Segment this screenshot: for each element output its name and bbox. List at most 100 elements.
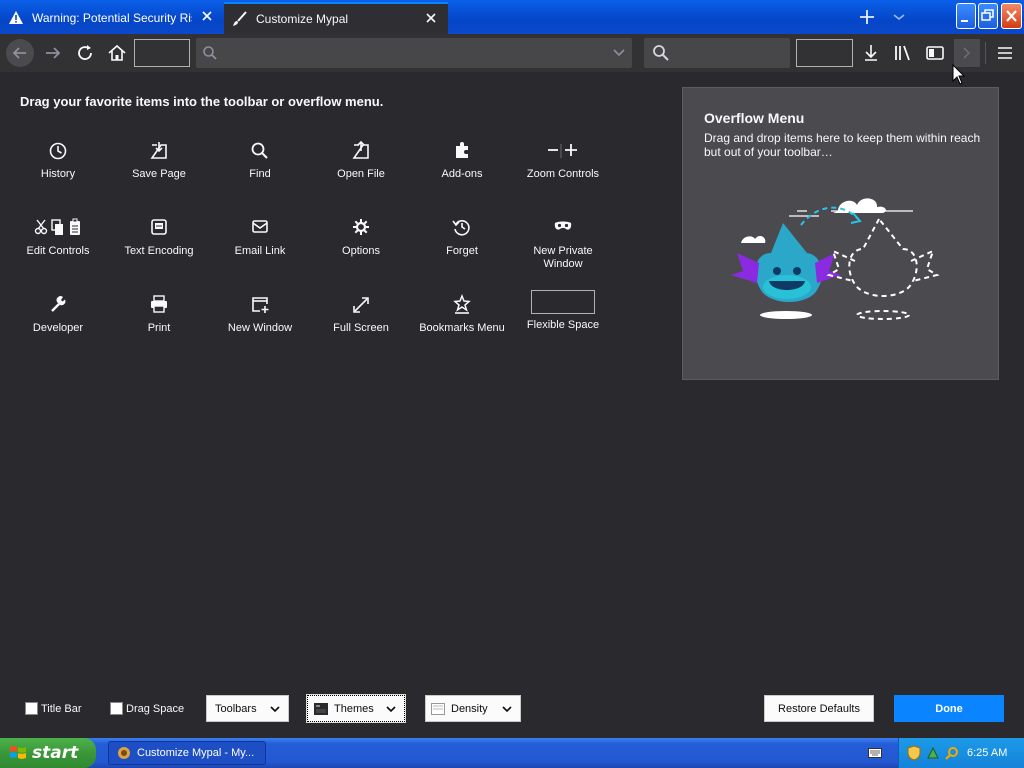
text-encoding-icon bbox=[151, 219, 167, 235]
palette-item-forget[interactable]: Forget bbox=[412, 217, 512, 258]
security-shield-icon[interactable] bbox=[907, 745, 921, 761]
restore-defaults-button[interactable]: Restore Defaults bbox=[764, 695, 874, 722]
taskbar-window-button[interactable]: Customize Mypal - My... bbox=[108, 741, 266, 765]
palette-item-email-link[interactable]: Email Link bbox=[210, 217, 310, 258]
close-icon bbox=[1006, 10, 1017, 22]
mypal-app-icon bbox=[118, 747, 130, 759]
toolbar-separator bbox=[985, 42, 986, 64]
downloads-icon[interactable] bbox=[860, 42, 882, 64]
title-bar-label: Title Bar bbox=[41, 702, 82, 715]
item-label: Add-ons bbox=[441, 168, 483, 180]
palette-item-flexible-space[interactable]: Flexible Space bbox=[513, 290, 613, 332]
search-tray-icon[interactable] bbox=[945, 746, 959, 760]
sidebar-icon[interactable] bbox=[924, 42, 946, 64]
new-tab-icon[interactable] bbox=[855, 6, 879, 28]
palette-item-new-private-window[interactable]: New Private Window bbox=[513, 217, 613, 271]
restore-button[interactable] bbox=[978, 3, 998, 29]
start-label: start bbox=[32, 743, 79, 763]
palette-item-text-encoding[interactable]: Text Encoding bbox=[109, 217, 209, 258]
palette-item-addons[interactable]: Add-ons bbox=[412, 140, 512, 181]
palette-item-history[interactable]: History bbox=[8, 140, 108, 181]
tab-security-warning[interactable]: Warning: Potential Security Risk Ahead bbox=[0, 2, 224, 34]
back-button[interactable] bbox=[6, 39, 34, 67]
toolbars-label: Toolbars bbox=[215, 702, 257, 715]
themes-dropdown[interactable]: Themes bbox=[306, 694, 406, 723]
palette-item-edit-controls[interactable]: Edit Controls bbox=[8, 217, 108, 258]
reload-icon[interactable] bbox=[74, 42, 96, 64]
palette-heading: Drag your favorite items into the toolba… bbox=[20, 94, 384, 109]
item-label: Print bbox=[147, 322, 171, 334]
chevron-down-icon bbox=[270, 706, 280, 713]
density-dropdown[interactable]: Density bbox=[425, 695, 521, 722]
tab-customize[interactable]: Customize Mypal bbox=[224, 2, 448, 34]
item-label: Bookmarks Menu bbox=[419, 322, 505, 334]
search-bar[interactable] bbox=[644, 38, 790, 68]
item-label: Developer bbox=[32, 322, 84, 334]
close-icon[interactable] bbox=[200, 9, 214, 23]
forget-icon bbox=[452, 220, 470, 236]
chevron-down-icon[interactable] bbox=[888, 6, 910, 28]
keyboard-icon[interactable] bbox=[868, 747, 882, 759]
palette-item-options[interactable]: Options bbox=[311, 217, 411, 258]
print-icon bbox=[151, 295, 167, 313]
addons-icon bbox=[456, 142, 468, 158]
chevron-right-double-icon bbox=[963, 47, 971, 59]
chevron-down-icon bbox=[386, 706, 396, 713]
wrench-icon bbox=[51, 296, 66, 312]
palette-item-full-screen[interactable]: Full Screen bbox=[311, 294, 411, 335]
close-icon[interactable] bbox=[424, 11, 438, 25]
overflow-description: Drag and drop items here to keep them wi… bbox=[704, 131, 981, 159]
drag-space-label: Drag Space bbox=[126, 702, 185, 715]
item-label: History bbox=[40, 168, 76, 180]
edit-controls-icon bbox=[34, 218, 80, 235]
flexible-space-placeholder[interactable] bbox=[796, 39, 853, 67]
item-label: Edit Controls bbox=[26, 245, 90, 257]
back-arrow-icon bbox=[12, 47, 26, 59]
palette-item-print[interactable]: Print bbox=[109, 294, 209, 335]
network-icon[interactable] bbox=[925, 745, 941, 761]
private-mask-icon bbox=[554, 221, 572, 230]
palette-item-developer[interactable]: Developer bbox=[8, 294, 108, 335]
home-icon[interactable] bbox=[106, 42, 128, 64]
item-label: Save Page bbox=[132, 168, 186, 180]
taskbar-window-label: Customize Mypal - My... bbox=[137, 747, 255, 759]
palette-item-bookmarks-menu[interactable]: Bookmarks Menu bbox=[412, 294, 512, 335]
mouse-cursor-icon bbox=[952, 64, 966, 85]
item-label: Flexible Space bbox=[526, 319, 600, 331]
palette-item-open-file[interactable]: Open File bbox=[311, 140, 411, 181]
new-window-icon bbox=[252, 297, 269, 313]
flexible-space-icon bbox=[531, 290, 595, 314]
palette-item-save-page[interactable]: Save Page bbox=[109, 140, 209, 181]
item-label: New Window bbox=[227, 322, 293, 334]
checkbox-box[interactable] bbox=[110, 702, 123, 715]
restore-icon bbox=[981, 9, 994, 21]
checkbox-box[interactable] bbox=[25, 702, 38, 715]
window-close-button[interactable] bbox=[1001, 3, 1022, 29]
item-label: New Private Window bbox=[533, 245, 593, 270]
item-label: Find bbox=[249, 168, 271, 180]
flexible-space-placeholder[interactable] bbox=[134, 39, 190, 67]
toolbars-dropdown[interactable]: Toolbars bbox=[206, 695, 289, 722]
clock: 6:25 AM bbox=[967, 747, 1008, 759]
palette-item-find[interactable]: Find bbox=[210, 140, 310, 181]
chevron-down-icon[interactable] bbox=[612, 47, 626, 59]
palette-item-new-window[interactable]: New Window bbox=[210, 294, 310, 335]
drag-space-checkbox[interactable]: Drag Space bbox=[110, 702, 184, 715]
library-icon[interactable] bbox=[892, 42, 914, 64]
minimize-button[interactable] bbox=[956, 3, 976, 29]
navigation-toolbar bbox=[0, 34, 1024, 85]
title-bar-checkbox[interactable]: Title Bar bbox=[25, 702, 82, 715]
windows-logo-icon bbox=[10, 745, 26, 759]
system-tray: 6:25 AM bbox=[898, 738, 1024, 768]
find-icon bbox=[251, 142, 268, 159]
start-button[interactable]: start bbox=[0, 738, 96, 768]
palette-item-zoom-controls[interactable]: Zoom Controls bbox=[513, 140, 613, 181]
overflow-button[interactable] bbox=[954, 39, 980, 67]
url-bar[interactable] bbox=[196, 38, 632, 68]
done-button[interactable]: Done bbox=[894, 695, 1004, 722]
forward-arrow-icon[interactable] bbox=[42, 42, 64, 64]
overflow-menu-panel[interactable]: Overflow Menu Drag and drop items here t… bbox=[682, 87, 999, 380]
paintbrush-icon bbox=[233, 11, 247, 26]
item-label: Options bbox=[342, 245, 380, 257]
hamburger-menu-icon[interactable] bbox=[994, 42, 1016, 64]
